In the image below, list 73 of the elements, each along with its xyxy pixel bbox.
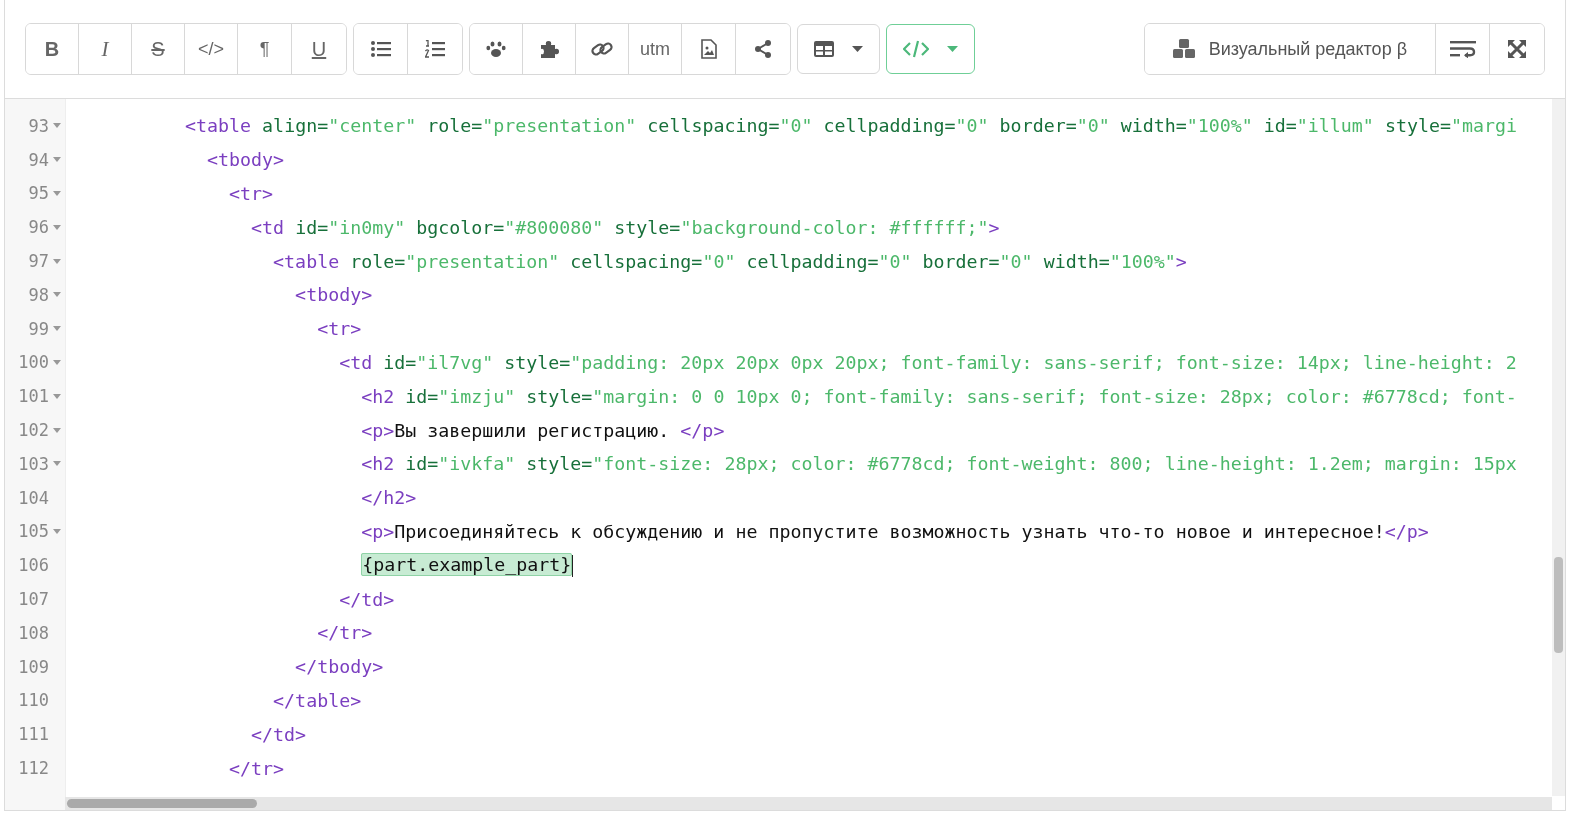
code-line: </td> — [338, 588, 395, 610]
fold-icon[interactable] — [53, 461, 61, 467]
cubes-icon — [1172, 39, 1195, 59]
fold-icon[interactable] — [53, 123, 61, 129]
code-line: <tr> — [228, 183, 274, 204]
visual-editor-button[interactable]: Визуальный редактор β — [1144, 24, 1436, 74]
line-number: 110 — [18, 690, 49, 711]
code-line: <h2 id="imzju" style="margin: 0 0 10px 0; font-family: sans-serif; font-size: 28px; color: #6778cd; font- — [360, 385, 1517, 407]
code-line: <tbody> — [294, 284, 373, 306]
fold-icon[interactable] — [53, 528, 61, 534]
code-line: <p>Присоединяйтесь к обсуждению и не пропустите возможность узнать что-то новое и интересное!</p> — [360, 520, 1429, 542]
fold-icon[interactable] — [53, 326, 61, 332]
fold-icon[interactable] — [53, 258, 61, 264]
paw-icon — [486, 40, 506, 58]
code-editor[interactable] — [5, 99, 1565, 810]
fold-icon[interactable] — [53, 157, 61, 163]
fold-icon[interactable] — [53, 191, 61, 196]
line-number: 106 — [18, 555, 49, 576]
code-line: </tbody> — [294, 656, 384, 678]
caret-icon — [852, 46, 863, 52]
code-line: <tr> — [316, 318, 362, 340]
line-number: 96 — [28, 217, 49, 238]
fold-icon[interactable] — [53, 427, 61, 433]
table-dropdown[interactable] — [797, 24, 880, 74]
line-number: 104 — [18, 487, 49, 508]
share-icon — [754, 40, 772, 58]
line-number: 112 — [18, 758, 49, 779]
text-wrap-icon — [1449, 40, 1476, 58]
line-number: 105 — [18, 521, 49, 542]
code-line: <table role="presentation" cellspacing="0" cellpadding="0" border="0" width="100%"> — [272, 250, 1187, 272]
code-icon — [903, 40, 929, 58]
horizontal-scrollbar[interactable] — [65, 797, 1552, 810]
fold-icon[interactable] — [53, 393, 61, 399]
numbered-list-icon — [425, 40, 445, 58]
image-file-icon — [700, 39, 717, 59]
line-number: 93 — [28, 115, 49, 136]
line-number: 101 — [18, 386, 49, 407]
fold-icon[interactable] — [53, 292, 61, 298]
caret-icon — [947, 46, 958, 52]
line-number: 107 — [18, 589, 49, 610]
paw-button[interactable] — [470, 24, 523, 74]
expand-icon — [1508, 40, 1526, 58]
line-number: 111 — [18, 724, 49, 745]
code-line: <tbody> — [206, 149, 285, 171]
code-line: </table> — [272, 689, 362, 711]
code-line: <h2 id="ivkfa" style="font-size: 28px; color: #6778cd; font-weight: 800; line-height: 1.2em; margin: 15px — [360, 453, 1517, 475]
vertical-scrollbar[interactable] — [1552, 99, 1565, 796]
table-icon — [814, 41, 834, 57]
bold-button[interactable]: B — [26, 24, 79, 74]
bullets-button[interactable] — [354, 24, 408, 74]
line-number: 94 — [28, 149, 49, 170]
code-line: <table align="center" role="presentation" cellspacing="0" cellpadding="0" border="0" width="100%" id="illum" style="margi — [184, 115, 1517, 137]
code-line: <td id="in0my" bgcolor="#800080" style="background-color: #ffffff;"> — [250, 216, 1000, 238]
line-number: 103 — [18, 453, 49, 474]
fold-icon[interactable] — [53, 224, 61, 230]
line-number: 97 — [28, 251, 49, 272]
line-number: 98 — [28, 284, 49, 305]
code-line: </td> — [250, 723, 307, 745]
line-number: 99 — [28, 318, 49, 339]
puzzle-icon — [539, 39, 559, 59]
code-dropdown[interactable] — [886, 24, 975, 74]
fold-icon[interactable] — [53, 359, 61, 365]
line-number: 108 — [18, 622, 49, 643]
line-number: 102 — [18, 420, 49, 441]
line-number: 100 — [18, 352, 49, 373]
bullet-list-icon — [370, 41, 391, 57]
line-number: 95 — [28, 183, 49, 204]
line-number: 109 — [18, 656, 49, 677]
code-line: </tr> — [316, 622, 373, 644]
code-line: </tr> — [228, 757, 285, 779]
code-line: <td id="il7vg" style="padding: 20px 20px 0px 20px; font-family: sans-serif; font-size: 14px; line-height: 2 — [338, 351, 1517, 373]
code-line: </h2> — [360, 487, 417, 509]
code-line: <p>Вы завершили регистрацию. </p> — [360, 419, 725, 441]
